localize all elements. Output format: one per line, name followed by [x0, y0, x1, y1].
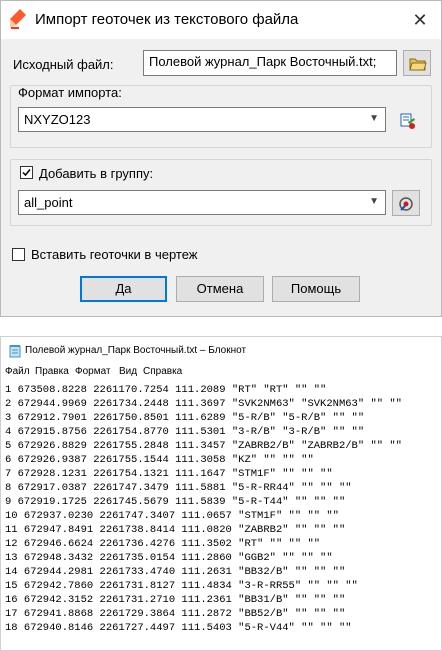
notepad-menubar: Файл Правка Формат Вид Справка: [1, 365, 441, 381]
app-pencil-icon: [9, 8, 27, 30]
text-line: 4 672915.8756 2261754.8770 111.5301 "3-R…: [5, 426, 365, 438]
menu-format[interactable]: Формат: [75, 366, 111, 377]
import-dialog: Импорт геоточек из текстового файла ✕ Ис…: [0, 0, 442, 317]
text-line: 1 673508.8228 2261170.7254 111.2089 "RT"…: [5, 384, 327, 396]
notepad-icon: [9, 344, 21, 358]
checkmark-icon: [22, 169, 31, 177]
menu-edit[interactable]: Правка: [35, 366, 69, 377]
notepad-title: Полевой журнал_Парк Восточный.txt – Блок…: [25, 345, 247, 356]
source-file-field[interactable]: Полевой журнал_Парк Восточный.txt;: [143, 50, 397, 76]
ok-button[interactable]: Да: [80, 276, 167, 302]
format-editor-icon: [400, 113, 415, 129]
text-line: 12 672946.6624 2261736.4276 111.3502 "RT…: [5, 538, 321, 550]
folder-open-icon: [409, 58, 427, 71]
add-to-group-checkbox[interactable]: [20, 166, 33, 179]
text-line: 13 672948.3432 2261735.0154 111.2860 "GG…: [5, 552, 333, 564]
help-button[interactable]: Помощь: [272, 276, 360, 302]
import-format-label: Формат импорта:: [18, 85, 122, 100]
notepad-window: Полевой журнал_Парк Восточный.txt – Блок…: [0, 336, 442, 651]
chevron-down-icon: ▼: [369, 113, 379, 124]
group-select[interactable]: all_point ▼: [18, 190, 386, 215]
chevron-down-icon: ▼: [369, 196, 379, 207]
text-line: 6 672926.9387 2261755.1544 111.3058 "KZ"…: [5, 454, 314, 466]
dialog-title: Импорт геоточек из текстового файла: [35, 11, 299, 28]
group-value: all_point: [24, 195, 73, 210]
text-line: 3 672912.7901 2261750.8501 111.6289 "5-R…: [5, 412, 365, 424]
text-line: 11 672947.8491 2261738.8414 111.0820 "ZA…: [5, 524, 346, 536]
cancel-button[interactable]: Отмена: [176, 276, 264, 302]
text-line: 8 672917.0387 2261747.3479 111.5881 "5-R…: [5, 482, 352, 494]
notepad-text-area[interactable]: 1 673508.8228 2261170.7254 111.2089 "RT"…: [5, 383, 441, 635]
close-button[interactable]: ✕: [405, 5, 435, 35]
text-line: 14 672944.2981 2261733.4740 111.2631 "BB…: [5, 566, 346, 578]
menu-help[interactable]: Справка: [143, 366, 182, 377]
text-line: 16 672942.3152 2261731.2710 111.2361 "BB…: [5, 594, 346, 606]
menu-file[interactable]: Файл: [5, 366, 30, 377]
insert-geopoints-label: Вставить геоточки в чертеж: [31, 247, 198, 262]
import-format-select[interactable]: NXYZO123 ▼: [18, 107, 386, 132]
format-settings-button[interactable]: [393, 107, 421, 133]
text-line: 15 672942.7860 2261731.8127 111.4834 "3-…: [5, 580, 358, 592]
dialog-titlebar[interactable]: Импорт геоточек из текстового файла ✕: [1, 1, 441, 39]
source-file-label: Исходный файл:: [13, 57, 114, 72]
text-line: 7 672928.1231 2261754.1321 111.1647 "STM…: [5, 468, 333, 480]
text-line: 18 672940.8146 2261727.4497 111.5403 "5-…: [5, 622, 352, 634]
add-to-group-label: Добавить в группу:: [39, 166, 154, 181]
group-manager-button[interactable]: [392, 190, 420, 216]
notepad-titlebar[interactable]: Полевой журнал_Парк Восточный.txt – Блок…: [1, 337, 441, 365]
text-line: 2 672944.9969 2261734.2448 111.3697 "SVK…: [5, 398, 402, 410]
browse-file-button[interactable]: [403, 50, 431, 76]
text-line: 10 672937.0230 2261747.3407 111.0657 "ST…: [5, 510, 339, 522]
import-format-value: NXYZO123: [24, 112, 91, 127]
text-line: 17 672941.8868 2261729.3864 111.2872 "BB…: [5, 608, 346, 620]
text-line: 9 672919.1725 2261745.5679 111.5839 "5-R…: [5, 496, 346, 508]
insert-geopoints-checkbox[interactable]: [12, 248, 25, 261]
menu-view[interactable]: Вид: [119, 366, 137, 377]
text-line: 5 672926.8829 2261755.2848 111.3457 "ZAB…: [5, 440, 402, 452]
group-manager-icon: [399, 197, 413, 211]
